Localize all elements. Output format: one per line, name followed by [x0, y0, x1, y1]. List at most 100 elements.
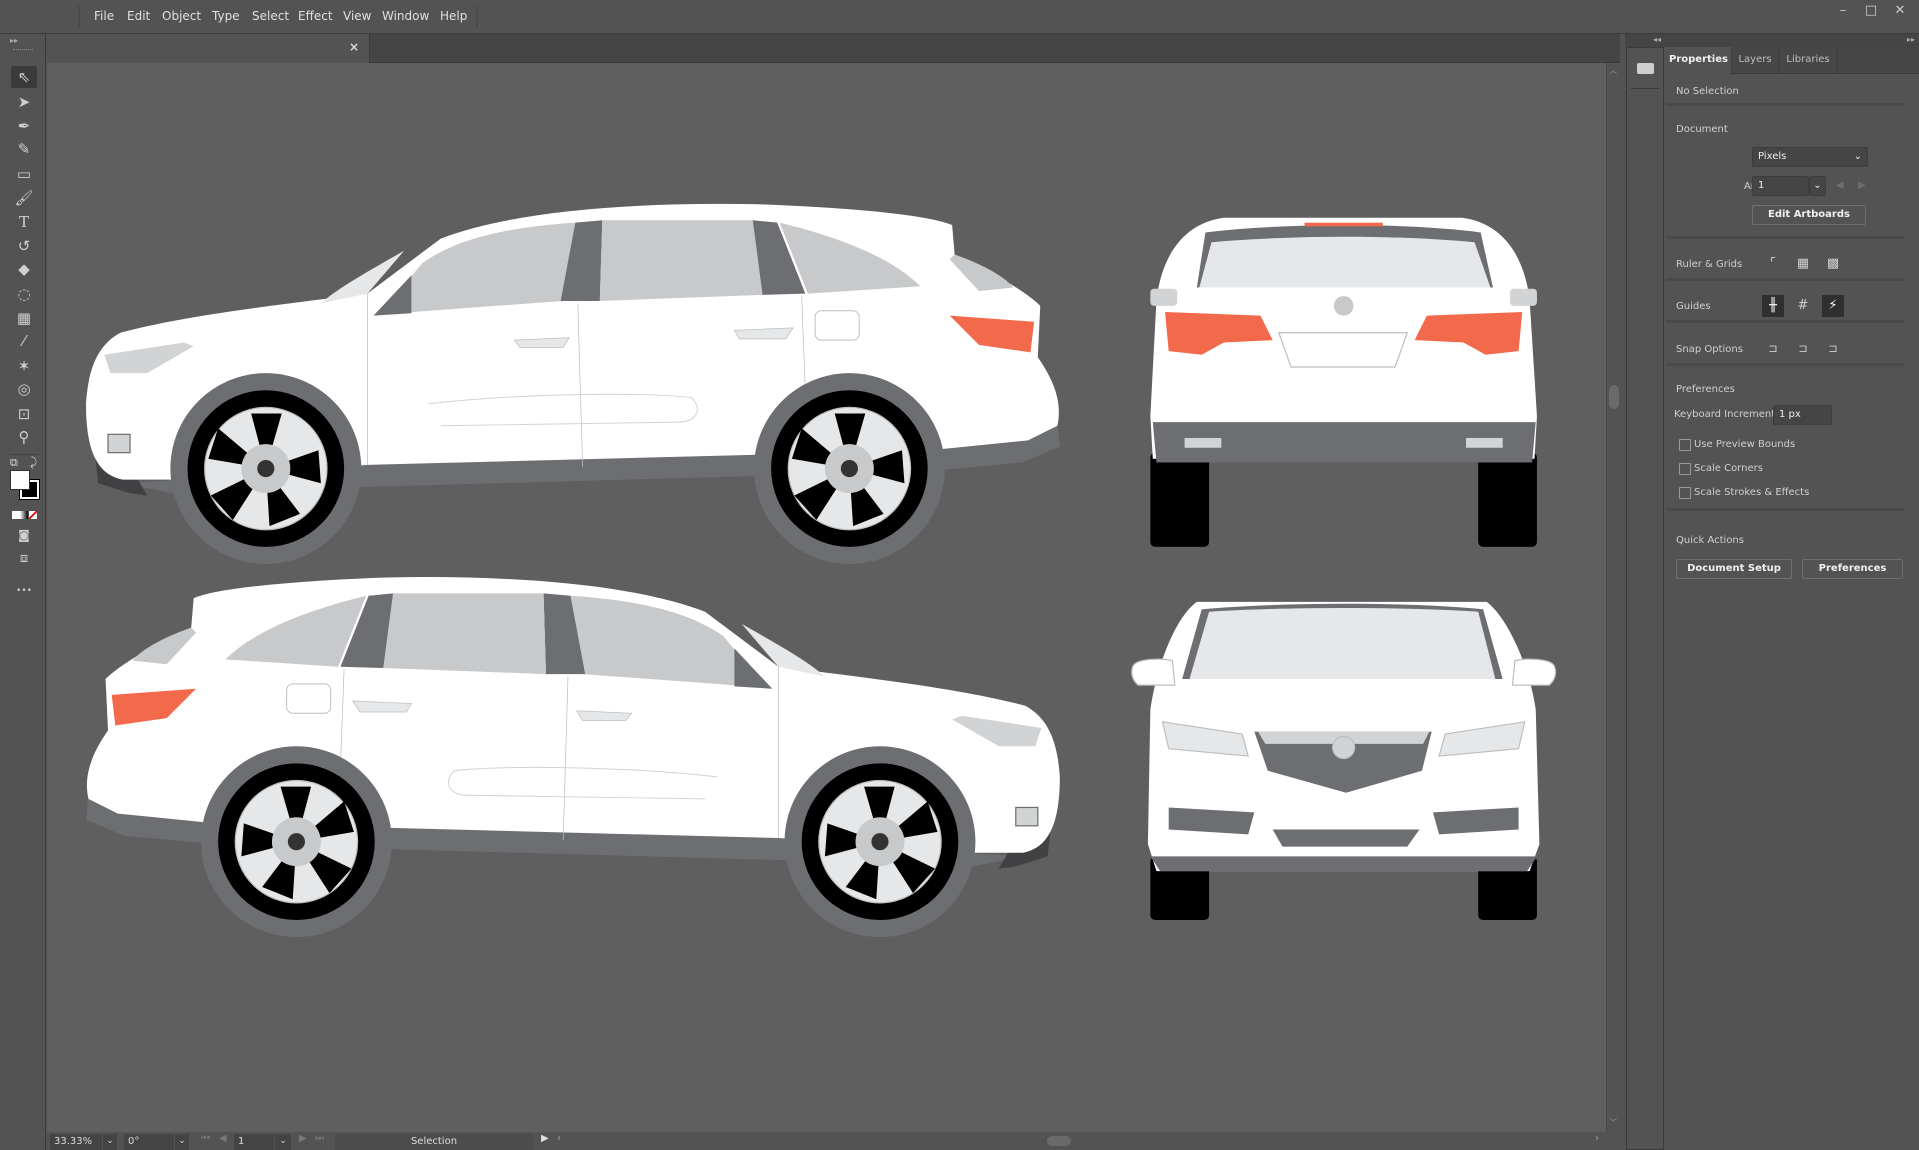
maximize-icon[interactable]: □ [1860, 3, 1882, 18]
scale-corners-checkbox[interactable] [1679, 463, 1691, 475]
vertical-scrollbar[interactable]: ︿ ﹀ [1606, 63, 1620, 1132]
zoom-tool-icon[interactable]: ⚲ [11, 426, 37, 448]
expand-toolbar-icon[interactable]: ▸▸ [10, 36, 18, 45]
menu-view[interactable]: View [343, 9, 371, 23]
tab-properties[interactable]: Properties [1666, 47, 1732, 75]
horizontal-scroll-thumb[interactable] [1047, 1136, 1071, 1146]
menu-edit[interactable]: Edit [127, 9, 150, 23]
rotation-dropdown-icon[interactable]: ⌄ [175, 1134, 189, 1150]
artboard-number-field[interactable]: 1 [234, 1134, 274, 1150]
document-setup-button[interactable]: Document Setup [1676, 559, 1792, 579]
collapse-left-icon[interactable]: ◂◂ [1653, 35, 1661, 44]
menu-file[interactable]: File [94, 9, 114, 23]
snap-to-grid-icon[interactable]: ⊐ [1822, 338, 1844, 360]
scale-strokes-effects-checkbox[interactable] [1679, 487, 1691, 499]
lock-guides-icon[interactable]: # [1792, 295, 1814, 317]
eyedropper-tool-icon[interactable]: ⁄ [11, 330, 37, 352]
units-value: Pixels [1758, 151, 1787, 162]
screen-mode-icon[interactable]: ⧈ [11, 548, 37, 570]
selection-status: No Selection [1676, 86, 1739, 97]
rulers-icon[interactable]: ⌜ [1762, 253, 1784, 275]
menu-object[interactable]: Object [162, 9, 201, 23]
scroll-right-icon[interactable]: › [1595, 1133, 1599, 1144]
menu-type[interactable]: Type [212, 9, 240, 23]
close-icon[interactable]: ✕ [1889, 3, 1911, 18]
type-tool-icon[interactable]: T [11, 211, 37, 233]
edit-artboards-button[interactable]: Edit Artboards [1752, 205, 1866, 225]
scroll-down-icon[interactable]: ﹀ [1609, 1117, 1617, 1128]
menu-window[interactable]: Window [382, 9, 429, 23]
artboard-dropdown-icon[interactable]: ⌄ [1809, 176, 1826, 196]
chevron-down-icon: ⌄ [1853, 151, 1862, 162]
selection-tool-icon[interactable]: ⇖ [11, 66, 37, 88]
comment-icon [1637, 63, 1654, 74]
comments-panel-button[interactable] [1631, 48, 1659, 89]
keyboard-increment-field[interactable]: 1 px [1773, 405, 1832, 425]
status-menu-icon[interactable]: ▶ [541, 1133, 549, 1144]
units-dropdown[interactable]: Pixels ⌄ [1752, 147, 1868, 167]
swap-colors-icon[interactable]: ⤸ [30, 455, 37, 470]
lasso-tool-icon[interactable]: ◌ [11, 283, 37, 305]
color-mode-icon[interactable] [12, 511, 20, 519]
pen-tool-icon[interactable]: ✒ [11, 115, 37, 137]
paintbrush-tool-icon[interactable]: 🖌 [11, 187, 37, 209]
artboard-field[interactable]: 1 [1752, 176, 1809, 196]
snap-to-point-icon[interactable]: ⊐ [1762, 338, 1784, 360]
menu-separator [78, 6, 80, 28]
curvature-tool-icon[interactable]: ✎ [11, 138, 37, 160]
grid-icon[interactable]: ▦ [1792, 253, 1814, 275]
document-tab[interactable]: × [47, 34, 370, 63]
minimize-icon[interactable]: – [1832, 3, 1854, 18]
divider [1666, 508, 1904, 511]
default-colors-icon[interactable]: ⧉ [10, 456, 18, 470]
transparency-grid-icon[interactable]: ▩ [1822, 253, 1844, 275]
properties-panel: Properties Layers Libraries No Selection… [1666, 47, 1919, 1150]
drawing-mode-icon[interactable]: ◙ [11, 524, 37, 546]
guides-label: Guides [1676, 301, 1711, 312]
more-tools-icon[interactable]: ••• [11, 580, 37, 602]
zoom-dropdown-icon[interactable]: ⌄ [103, 1134, 117, 1150]
previous-artboard-icon[interactable]: ◀ [1836, 180, 1844, 191]
eraser-tool-icon[interactable]: ◆ [11, 258, 37, 280]
first-artboard-icon[interactable]: ⏮ [201, 1133, 210, 1144]
last-artboard-icon[interactable]: ⏭ [315, 1133, 324, 1144]
gradient-mode-icon[interactable] [20, 511, 28, 519]
tab-libraries[interactable]: Libraries [1779, 47, 1838, 74]
tab-layers[interactable]: Layers [1732, 47, 1779, 74]
zoom-level-field[interactable]: 33.33% [50, 1134, 102, 1150]
smart-guides-icon[interactable]: ⚡ [1822, 295, 1844, 317]
document-heading: Document [1676, 124, 1728, 135]
none-mode-icon[interactable] [29, 511, 37, 519]
use-preview-bounds-checkbox[interactable] [1679, 439, 1691, 451]
next-artboard-icon[interactable]: ▶ [299, 1133, 307, 1144]
fill-color-swatch[interactable] [10, 470, 30, 490]
menu-effect[interactable]: Effect [298, 9, 333, 23]
gradient-tool-icon[interactable]: ▦ [11, 307, 37, 329]
menu-select[interactable]: Select [252, 9, 289, 23]
rotation-field[interactable]: 0° [124, 1134, 174, 1150]
snap-to-pixel-icon[interactable]: ⊐ [1792, 338, 1814, 360]
rotate-tool-icon[interactable]: ↺ [11, 235, 37, 257]
next-artboard-icon[interactable]: ▶ [1858, 180, 1866, 191]
show-guides-icon[interactable]: ╫ [1762, 295, 1784, 317]
artboard-dropdown-icon[interactable]: ⌄ [275, 1134, 291, 1150]
direct-selection-tool-icon[interactable]: ➤ [11, 91, 37, 113]
close-tab-icon[interactable]: × [349, 40, 359, 54]
scroll-left-icon[interactable]: ‹ [557, 1133, 561, 1144]
preferences-button[interactable]: Preferences [1802, 559, 1903, 579]
shape-builder-tool-icon[interactable]: ◎ [11, 378, 37, 400]
current-tool-label: Selection [335, 1134, 533, 1150]
toolbar-grip[interactable] [13, 49, 33, 51]
scroll-up-icon[interactable]: ︿ [1609, 65, 1617, 76]
menu-help[interactable]: Help [440, 9, 467, 23]
artboard-tool-icon[interactable]: ⊡ [11, 403, 37, 425]
keyboard-increment-label: Keyboard Increment: [1674, 409, 1779, 420]
rectangle-tool-icon[interactable]: ▭ [11, 163, 37, 185]
scale-corners-label: Scale Corners [1694, 463, 1763, 474]
collapsed-panel-column [1626, 47, 1664, 1150]
puppet-warp-tool-icon[interactable]: ✶ [11, 355, 37, 377]
collapse-right-icon[interactable]: ▸▸ [1907, 35, 1915, 44]
previous-artboard-icon[interactable]: ◀ [219, 1133, 227, 1144]
vertical-scroll-thumb[interactable] [1609, 385, 1619, 409]
canvas[interactable] [47, 63, 1606, 1132]
